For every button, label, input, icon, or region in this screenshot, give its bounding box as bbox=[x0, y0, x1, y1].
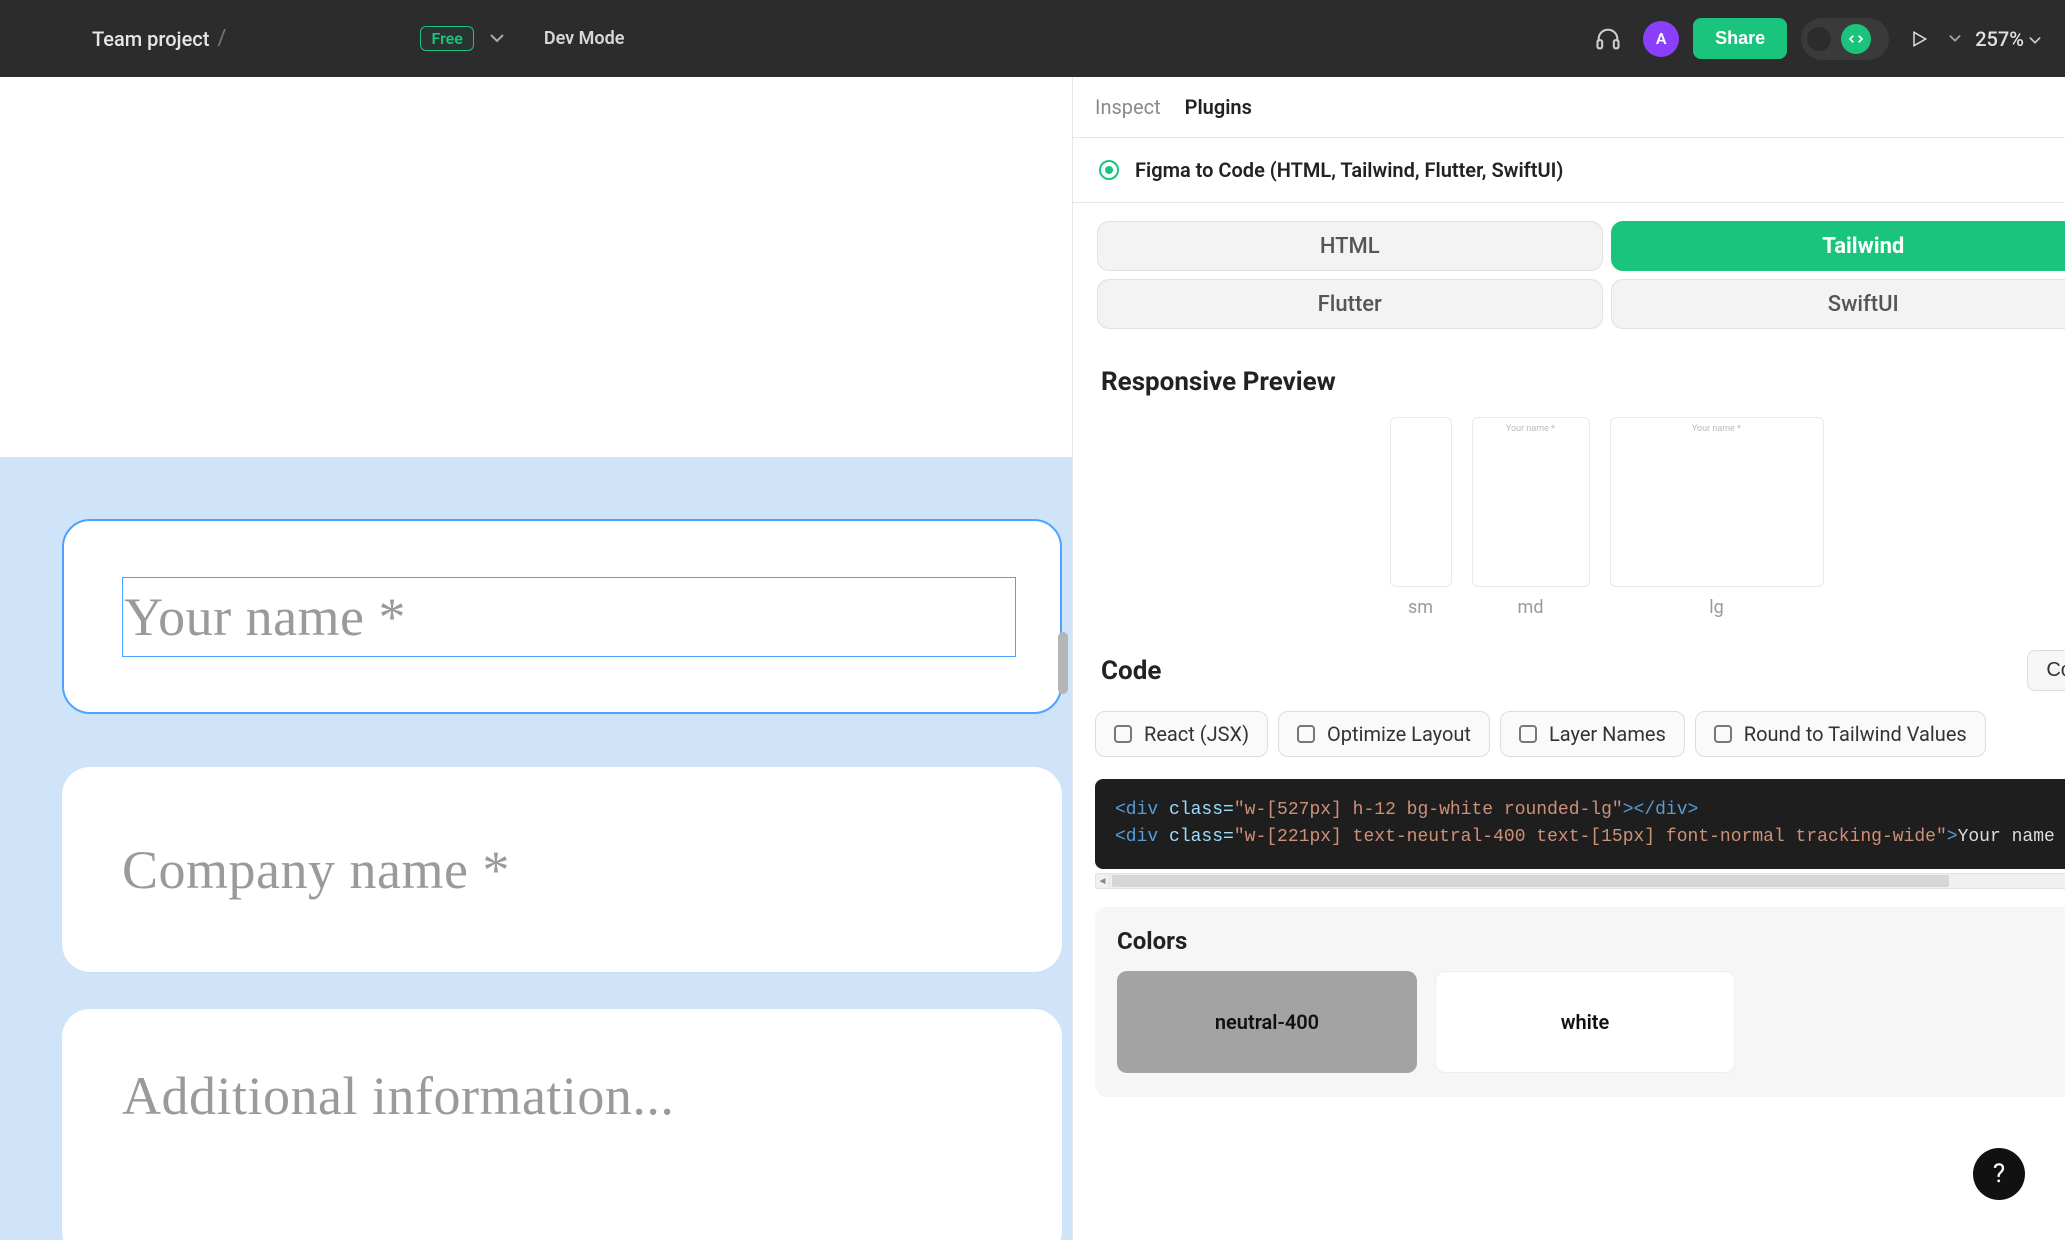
option-label: Layer Names bbox=[1549, 722, 1666, 746]
path-separator: / bbox=[217, 26, 226, 51]
preview-tiny-text: Your name * bbox=[1506, 424, 1555, 434]
code-section-header: Code Copy bbox=[1073, 626, 2065, 701]
main: Your name * Company name * Additional in… bbox=[0, 77, 2065, 1240]
swatch-neutral-400[interactable]: neutral-400 bbox=[1117, 971, 1417, 1073]
swatch-label: neutral-400 bbox=[1215, 1010, 1319, 1034]
color-swatches: neutral-400 white bbox=[1117, 971, 2065, 1073]
framework-flutter[interactable]: Flutter bbox=[1097, 279, 1603, 329]
code-token: > bbox=[1947, 827, 1958, 847]
plan-badge[interactable]: Free bbox=[420, 26, 473, 51]
preview-title: Responsive Preview bbox=[1101, 367, 1336, 397]
code-token: class= bbox=[1158, 827, 1234, 847]
colors-title: Colors bbox=[1117, 927, 2065, 955]
plugin-title: Figma to Code (HTML, Tailwind, Flutter, … bbox=[1135, 158, 1563, 182]
code-options: React (JSX) Optimize Layout Layer Names … bbox=[1073, 701, 2065, 767]
zoom-text: 257% bbox=[1975, 27, 2024, 51]
help-button[interactable]: ? bbox=[1973, 1148, 2025, 1200]
option-label: React (JSX) bbox=[1144, 722, 1249, 746]
plugin-header: Figma to Code (HTML, Tailwind, Flutter, … bbox=[1073, 138, 2065, 203]
colors-section: Colors neutral-400 white bbox=[1095, 907, 2065, 1097]
toggle-design-dot bbox=[1807, 27, 1831, 51]
code-token: </div> bbox=[1634, 800, 1699, 820]
checkbox-icon bbox=[1714, 725, 1732, 743]
preview-md[interactable]: Your name * md bbox=[1472, 417, 1590, 618]
checkbox-icon bbox=[1297, 725, 1315, 743]
checkbox-icon bbox=[1519, 725, 1537, 743]
preview-lg[interactable]: Your name * lg bbox=[1610, 417, 1824, 618]
preview-sm[interactable]: sm bbox=[1390, 417, 1452, 618]
generated-code[interactable]: <div class="w-[527px] h-12 bg-white roun… bbox=[1095, 779, 2065, 869]
framework-swiftui[interactable]: SwiftUI bbox=[1611, 279, 2065, 329]
canvas[interactable]: Your name * Company name * Additional in… bbox=[0, 77, 1072, 1240]
swatch-white[interactable]: white bbox=[1435, 971, 1735, 1073]
option-label: Round to Tailwind Values bbox=[1744, 722, 1967, 746]
code-title: Code bbox=[1101, 656, 1161, 686]
avatar[interactable]: A bbox=[1643, 21, 1679, 57]
form-field-card[interactable]: Company name * bbox=[62, 767, 1062, 972]
zoom-level[interactable]: 257% bbox=[1975, 27, 2041, 51]
code-token: <div bbox=[1115, 827, 1158, 847]
code-token: class= bbox=[1158, 800, 1234, 820]
preview-thumb: Your name * bbox=[1472, 417, 1590, 587]
code-mode-icon bbox=[1841, 24, 1871, 54]
code-token: "w-[221px] text-neutral-400 text-[15px] … bbox=[1234, 827, 1947, 847]
preview-section-header: Responsive Preview bbox=[1073, 339, 2065, 411]
copy-button[interactable]: Copy bbox=[2027, 650, 2065, 691]
text-layer-selection-outline bbox=[122, 577, 1016, 657]
panel-tabs: Inspect Plugins bbox=[1073, 77, 2065, 138]
option-react[interactable]: React (JSX) bbox=[1095, 711, 1268, 757]
code-horizontal-scrollbar[interactable]: ◄ ► bbox=[1095, 873, 2065, 889]
responsive-previews: sm Your name * md Your name * lg bbox=[1073, 411, 2065, 626]
form-field-card[interactable]: Additional information... bbox=[62, 1009, 1062, 1240]
preview-label: lg bbox=[1709, 597, 1723, 618]
checkbox-icon bbox=[1114, 725, 1132, 743]
file-title[interactable]: Team project bbox=[92, 27, 209, 51]
right-panel: Inspect Plugins Figma to Code (HTML, Tai… bbox=[1072, 77, 2065, 1240]
code-token: Your name * bbox=[1958, 827, 2065, 847]
code-token: <div bbox=[1115, 800, 1158, 820]
scroll-left-arrow-icon[interactable]: ◄ bbox=[1096, 874, 1110, 888]
chevron-down-icon[interactable] bbox=[1949, 34, 1961, 44]
plugin-icon bbox=[1099, 160, 1119, 180]
topbar: Team project / Free Dev Mode A Share 257… bbox=[0, 0, 2065, 77]
tab-plugins[interactable]: Plugins bbox=[1185, 95, 1252, 119]
dev-mode-label[interactable]: Dev Mode bbox=[544, 28, 625, 49]
share-button[interactable]: Share bbox=[1693, 18, 1787, 59]
preview-thumb bbox=[1390, 417, 1452, 587]
framework-selector: HTML Tailwind Flutter SwiftUI bbox=[1073, 203, 2065, 339]
code-token: "w-[527px] h-12 bg-white rounded-lg" bbox=[1234, 800, 1623, 820]
topbar-right-group: A Share 257% bbox=[1587, 18, 2041, 60]
preview-label: md bbox=[1518, 597, 1544, 618]
preview-tiny-text: Your name * bbox=[1692, 424, 1741, 434]
placeholder-text: Additional information... bbox=[122, 1065, 674, 1127]
option-round[interactable]: Round to Tailwind Values bbox=[1695, 711, 1986, 757]
framework-html[interactable]: HTML bbox=[1097, 221, 1603, 271]
canvas-scrollbar-thumb[interactable] bbox=[1058, 632, 1068, 694]
avatar-initial: A bbox=[1656, 29, 1667, 48]
chevron-down-icon[interactable] bbox=[490, 34, 504, 44]
option-optimize[interactable]: Optimize Layout bbox=[1278, 711, 1490, 757]
play-icon[interactable] bbox=[1909, 29, 1929, 49]
preview-thumb: Your name * bbox=[1610, 417, 1824, 587]
headphones-icon[interactable] bbox=[1587, 18, 1629, 60]
framework-tailwind[interactable]: Tailwind bbox=[1611, 221, 2065, 271]
scrollbar-thumb[interactable] bbox=[1112, 875, 1949, 887]
option-layers[interactable]: Layer Names bbox=[1500, 711, 1685, 757]
swatch-label: white bbox=[1561, 1010, 1610, 1034]
option-label: Optimize Layout bbox=[1327, 722, 1471, 746]
mode-toggle[interactable] bbox=[1801, 18, 1889, 60]
placeholder-text: Company name * bbox=[122, 839, 510, 901]
tab-inspect[interactable]: Inspect bbox=[1095, 95, 1161, 119]
preview-label: sm bbox=[1408, 597, 1433, 618]
code-token: > bbox=[1623, 800, 1634, 820]
